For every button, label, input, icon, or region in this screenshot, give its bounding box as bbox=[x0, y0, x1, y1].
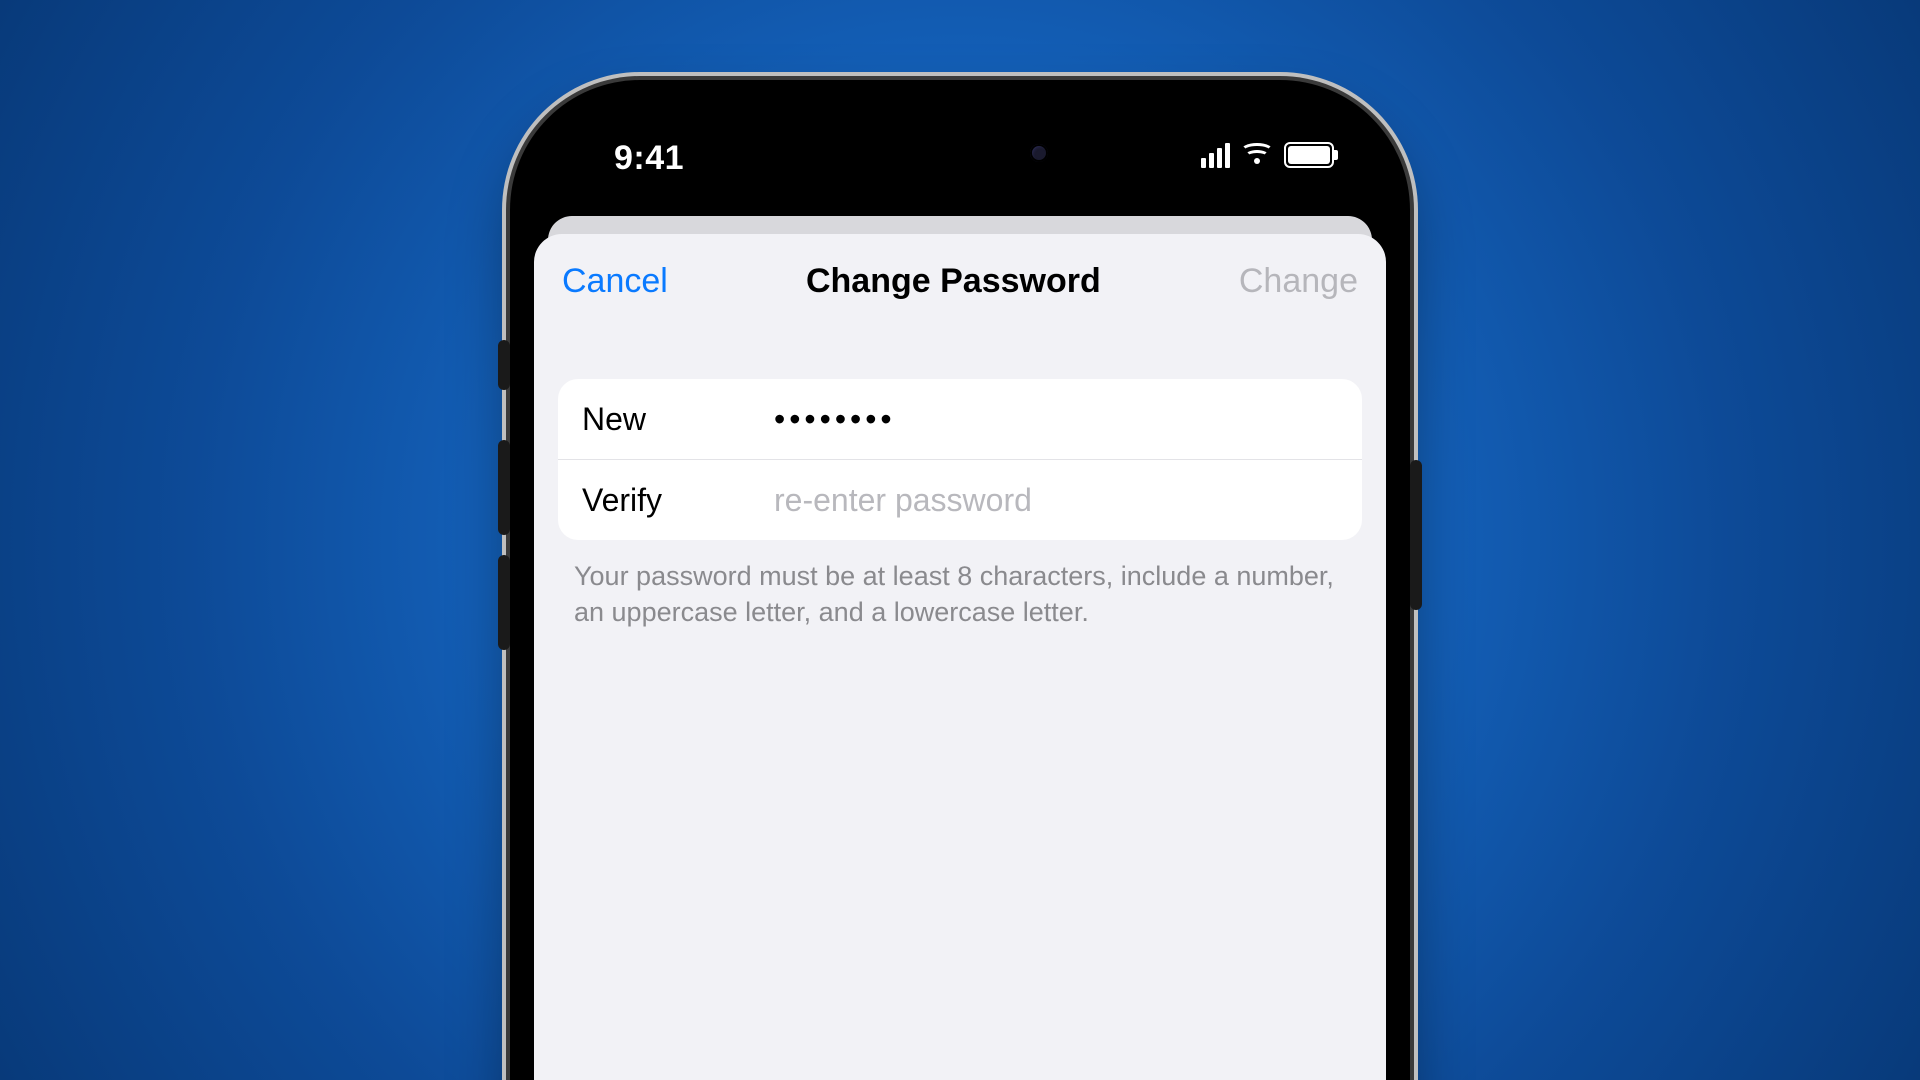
status-bar: 9:41 bbox=[524, 94, 1396, 204]
wifi-icon bbox=[1242, 143, 1272, 167]
screen: 9:41 Cancel Change Password Change bbox=[524, 94, 1396, 1080]
cellular-icon bbox=[1201, 143, 1230, 168]
verify-password-input[interactable] bbox=[772, 481, 1338, 520]
new-password-row: New bbox=[558, 379, 1362, 459]
mute-switch bbox=[498, 340, 510, 390]
volume-down-button bbox=[498, 555, 510, 650]
change-button[interactable]: Change bbox=[1239, 262, 1358, 301]
sheet-title: Change Password bbox=[806, 262, 1101, 301]
dynamic-island bbox=[850, 124, 1070, 182]
verify-password-row: Verify bbox=[558, 459, 1362, 540]
sheet-nav: Cancel Change Password Change bbox=[534, 234, 1386, 301]
verify-password-label: Verify bbox=[582, 482, 772, 519]
phone-frame: 9:41 Cancel Change Password Change bbox=[510, 80, 1410, 1080]
new-password-input[interactable] bbox=[772, 400, 1338, 439]
change-password-sheet: Cancel Change Password Change New Verify… bbox=[534, 234, 1386, 1080]
battery-icon bbox=[1284, 142, 1334, 168]
cancel-button[interactable]: Cancel bbox=[562, 262, 668, 301]
status-icons bbox=[1201, 142, 1334, 168]
status-time: 9:41 bbox=[614, 139, 684, 178]
password-hint: Your password must be at least 8 charact… bbox=[574, 558, 1346, 631]
power-button bbox=[1410, 460, 1422, 610]
password-field-group: New Verify bbox=[558, 379, 1362, 540]
new-password-label: New bbox=[582, 401, 772, 438]
volume-up-button bbox=[498, 440, 510, 535]
stage: 9:41 Cancel Change Password Change bbox=[0, 0, 1920, 1080]
